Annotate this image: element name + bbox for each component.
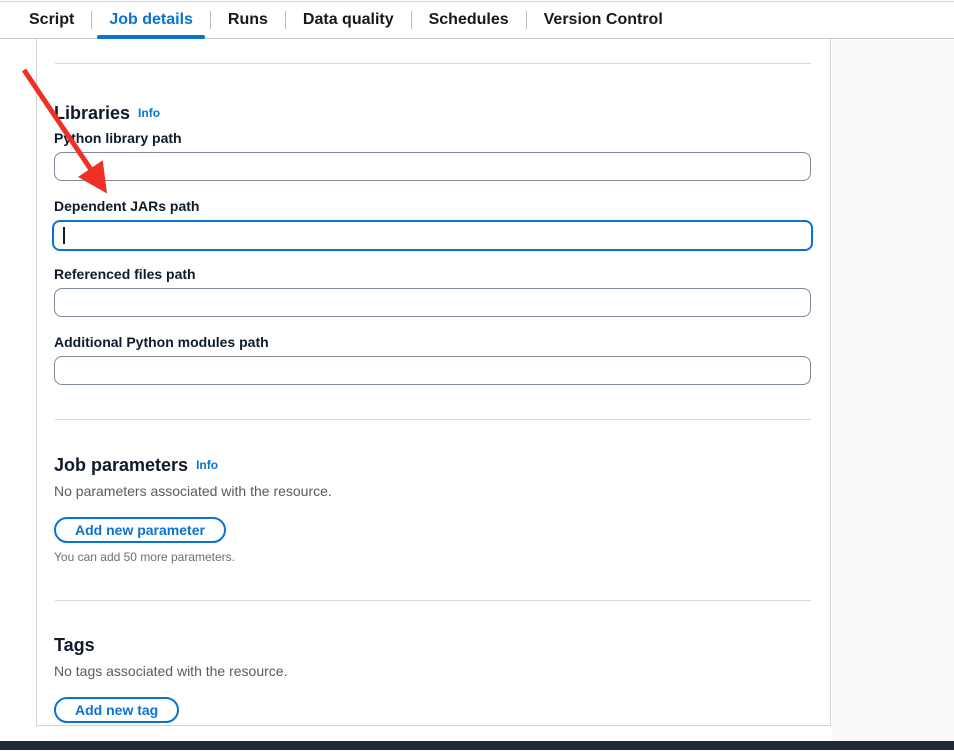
python-library-path-input[interactable] xyxy=(54,152,811,181)
job-parameters-hint-text: You can add 50 more parameters. xyxy=(54,550,235,564)
additional-python-modules-path-label: Additional Python modules path xyxy=(54,334,269,350)
referenced-files-path-input[interactable] xyxy=(54,288,811,317)
tab-job-details[interactable]: Job details xyxy=(92,2,210,38)
dependent-jars-path-input[interactable] xyxy=(52,220,813,251)
job-parameters-title-text: Job parameters xyxy=(54,455,188,475)
console-footer-bar xyxy=(0,741,954,750)
libraries-heading: Libraries Info xyxy=(54,103,160,124)
tab-runs[interactable]: Runs xyxy=(211,2,285,38)
tags-heading: Tags xyxy=(54,635,95,656)
glue-job-details-page: Script Job details Runs Data quality Sch… xyxy=(0,0,954,753)
job-parameters-empty-text: No parameters associated with the resour… xyxy=(54,483,332,499)
section-divider xyxy=(55,419,811,420)
libraries-title-text: Libraries xyxy=(54,103,130,123)
additional-python-modules-path-input[interactable] xyxy=(54,356,811,385)
tags-empty-text: No tags associated with the resource. xyxy=(54,663,287,679)
right-gutter xyxy=(832,39,954,741)
section-divider xyxy=(55,63,811,64)
referenced-files-path-label: Referenced files path xyxy=(54,266,196,282)
tab-bar: Script Job details Runs Data quality Sch… xyxy=(0,2,954,39)
dependent-jars-path-label: Dependent JARs path xyxy=(54,198,199,214)
tab-data-quality[interactable]: Data quality xyxy=(286,2,411,38)
text-cursor xyxy=(63,227,65,244)
section-divider xyxy=(55,600,811,601)
add-new-parameter-button[interactable]: Add new parameter xyxy=(54,517,226,543)
libraries-info-link[interactable]: Info xyxy=(138,106,160,120)
job-details-panel: Libraries Info Python library path Depend… xyxy=(36,39,831,726)
job-parameters-heading: Job parameters Info xyxy=(54,455,218,476)
tab-version-control[interactable]: Version Control xyxy=(527,2,680,38)
tab-schedules[interactable]: Schedules xyxy=(412,2,526,38)
python-library-path-label: Python library path xyxy=(54,130,182,146)
job-parameters-info-link[interactable]: Info xyxy=(196,458,218,472)
add-new-tag-button[interactable]: Add new tag xyxy=(54,697,179,723)
tab-script[interactable]: Script xyxy=(12,2,91,38)
